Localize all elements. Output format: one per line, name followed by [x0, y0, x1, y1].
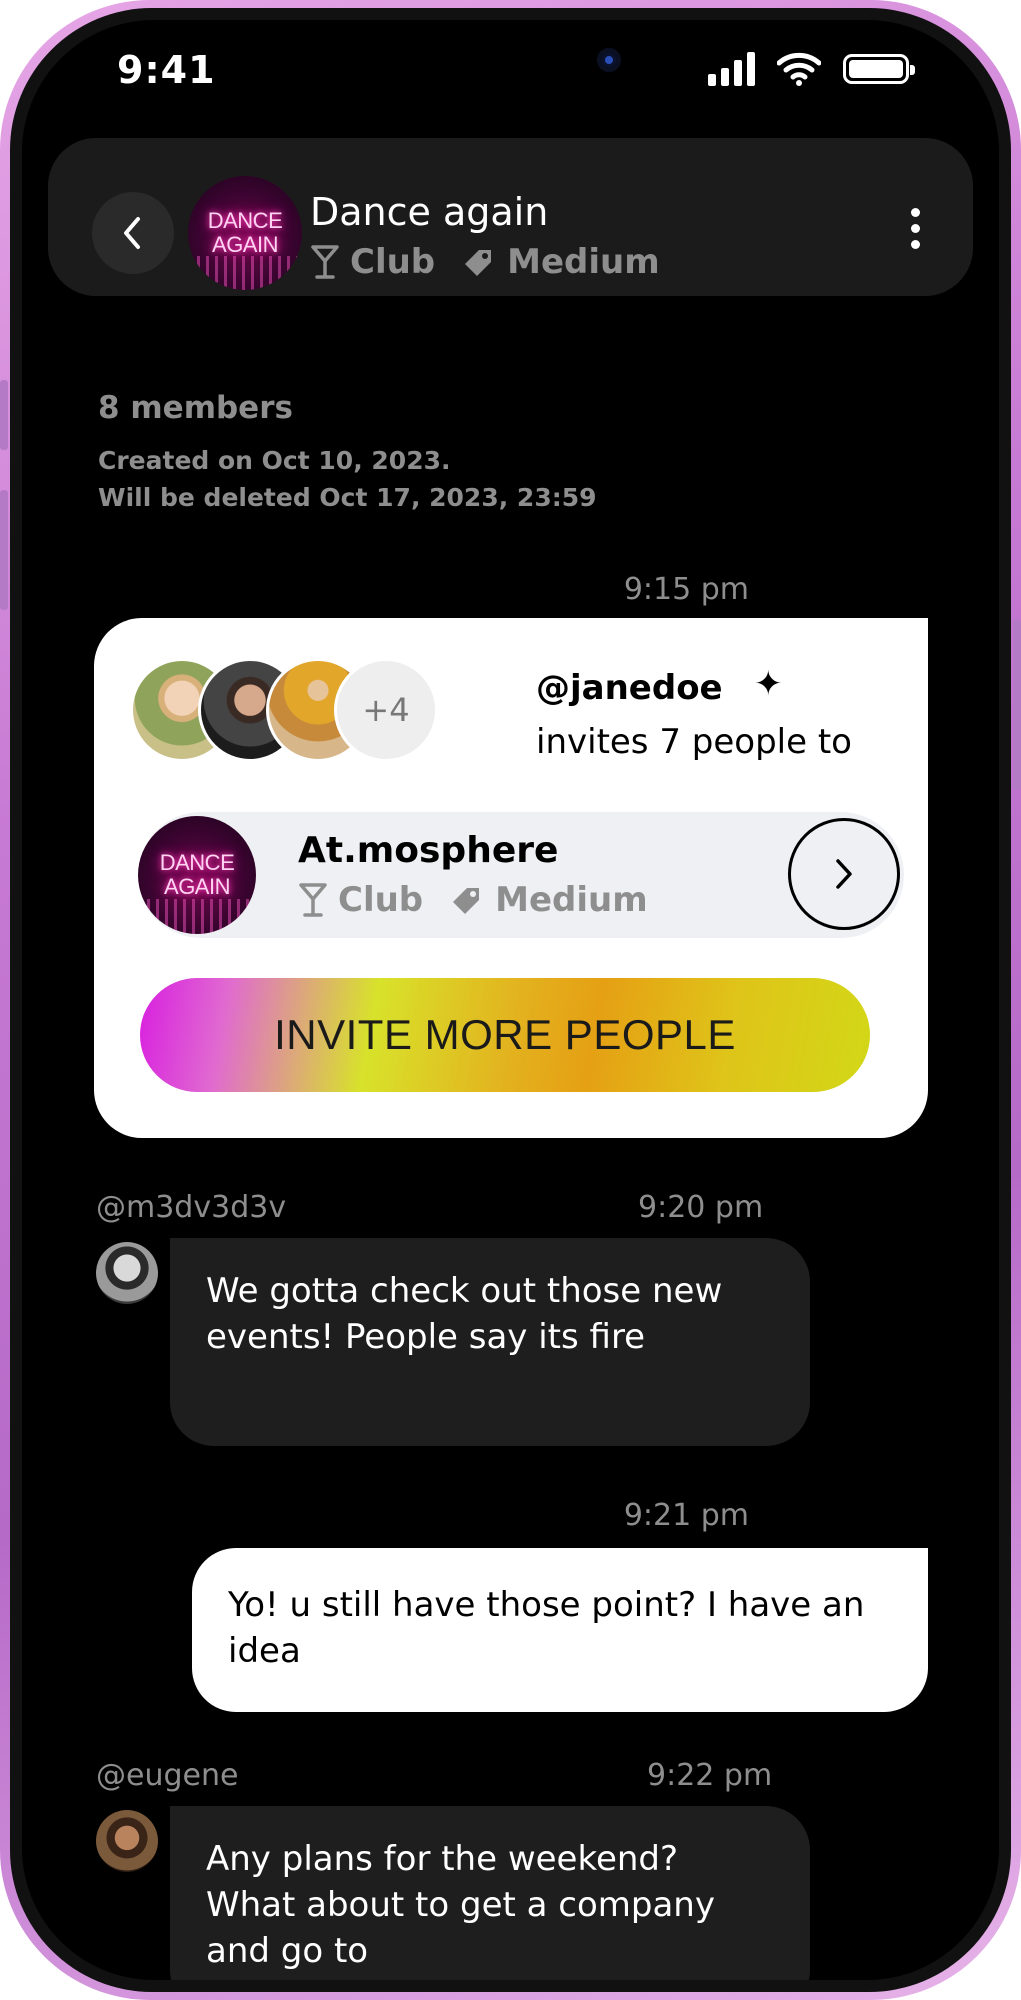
members-count: 8 members [98, 390, 293, 426]
message-bubble: We gotta check out those new events! Peo… [170, 1238, 810, 1446]
tag-medium: Medium [449, 880, 648, 920]
inviter-handle[interactable]: @janedoe [536, 668, 723, 708]
avatar-text-line-2: AGAIN [164, 874, 230, 899]
message-time: 9:22 pm [647, 1758, 773, 1793]
chat-title: Dance again [310, 190, 549, 234]
avatar-text-line-1: DANCE [159, 850, 235, 875]
message-bubble: Any plans for the weekend? What about to… [170, 1806, 810, 1980]
invite-text: invites 7 people to [536, 722, 852, 762]
message-author[interactable]: @m3dv3d3v [96, 1190, 286, 1225]
created-date: Created on Oct 10, 2023. [98, 446, 451, 475]
chevron-right-icon [836, 859, 852, 889]
avatar-text-line-2: AGAIN [212, 232, 278, 257]
avatar[interactable] [96, 1242, 158, 1304]
event-tags: Club Medium [298, 880, 664, 920]
tag-label: Club [338, 880, 424, 920]
event-avatar: DANCE AGAIN [138, 816, 256, 934]
cellular-signal-icon [708, 52, 755, 86]
invite-more-people-button[interactable]: INVITE MORE PEOPLE [140, 978, 870, 1092]
tag-club: Club [298, 880, 423, 920]
chat-avatar[interactable]: DANCE AGAIN [188, 176, 302, 290]
chat-header: DANCE AGAIN Dance again Club Medium [48, 138, 973, 296]
volume-up-button [0, 490, 8, 610]
more-invitees-badge: +4 [334, 658, 438, 762]
chat-tags: Club Medium [310, 242, 676, 282]
avatar-text-line-1: DANCE [207, 208, 283, 233]
more-options-icon[interactable] [905, 208, 925, 249]
event-name: At.mosphere [298, 830, 559, 871]
tag-icon [453, 888, 480, 914]
deletion-date: Will be deleted Oct 17, 2023, 23:59 [98, 483, 597, 512]
power-button [1013, 620, 1021, 790]
tag-medium: Medium [461, 242, 660, 282]
cocktail-icon [299, 883, 327, 917]
back-button[interactable] [92, 192, 174, 274]
message-author[interactable]: @eugene [96, 1758, 238, 1793]
invite-card: +4 @janedoe ✦ invites 7 people to DANCE … [94, 618, 928, 1138]
battery-icon [843, 54, 915, 84]
avatar[interactable] [96, 1810, 158, 1872]
open-event-button[interactable] [788, 818, 900, 930]
message-time: 9:20 pm [638, 1190, 764, 1225]
cocktail-icon [311, 245, 339, 279]
tag-label: Medium [495, 880, 648, 920]
tag-label: Club [350, 242, 436, 282]
chevron-left-icon [124, 217, 140, 249]
message-time: 9:21 pm [623, 1498, 749, 1533]
camera-icon [597, 48, 621, 72]
status-icons [708, 52, 915, 86]
message-time: 9:15 pm [623, 572, 749, 607]
wifi-icon [777, 52, 821, 86]
tag-club: Club [310, 242, 435, 282]
chat-lifetime: Created on Oct 10, 2023. Will be deleted… [98, 442, 597, 516]
sparkle-icon: ✦ [754, 664, 783, 704]
mute-switch [0, 380, 8, 450]
tag-icon [465, 250, 492, 276]
event-preview[interactable]: DANCE AGAIN At.mosphere Club Medium [138, 812, 904, 938]
status-time: 9:41 [117, 48, 216, 92]
screen: 9:41 DANCE AGAIN Dance again Club Medium… [22, 20, 999, 1980]
phone-frame: 9:41 DANCE AGAIN Dance again Club Medium… [0, 0, 1021, 2000]
tag-label: Medium [507, 242, 660, 282]
message-bubble: Yo! u still have those point? I have an … [192, 1548, 928, 1712]
